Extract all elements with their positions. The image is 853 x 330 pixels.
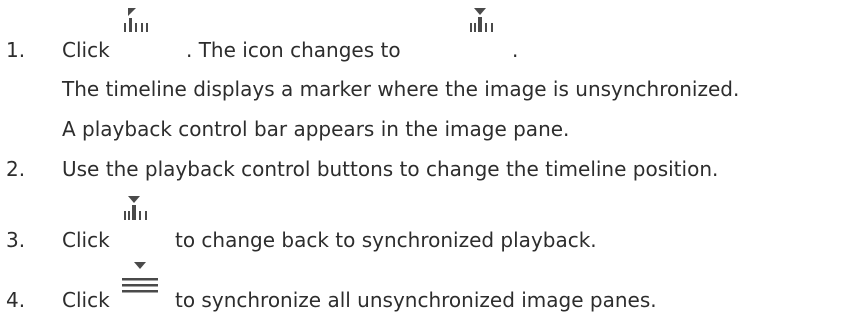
step-1-line: Click	[62, 38, 110, 62]
step-text: Use the playback control buttons to chan…	[62, 157, 719, 181]
step-text: Click	[62, 228, 110, 252]
step-number: 1.	[6, 38, 26, 62]
step-text: . The icon changes to	[186, 38, 401, 62]
step-text: .	[512, 38, 519, 62]
step-number: 3.	[6, 228, 26, 252]
step-1-detail-2: A playback control bar appears in the im…	[62, 117, 570, 141]
unsync-timeline-icon	[122, 4, 158, 52]
step-number: 4.	[6, 288, 26, 312]
step-text: Click	[62, 288, 110, 312]
step-text: Click	[62, 38, 110, 62]
step-1-line-end: .	[512, 38, 518, 62]
step-text: to change back to synchronized playback.	[175, 228, 597, 252]
sync-timeline-icon	[122, 192, 158, 240]
instruction-document: { "steps": [ { "number": "1.", "parts": …	[0, 0, 853, 330]
step-1-line-cont: . The icon changes to	[186, 38, 401, 62]
step-number: 2.	[6, 157, 26, 181]
step-1-detail-1: The timeline displays a marker where the…	[62, 77, 740, 101]
sync-all-icon	[118, 258, 162, 302]
sync-timeline-icon	[468, 4, 504, 52]
step-text: to synchronize all unsynchronized image …	[175, 288, 657, 312]
